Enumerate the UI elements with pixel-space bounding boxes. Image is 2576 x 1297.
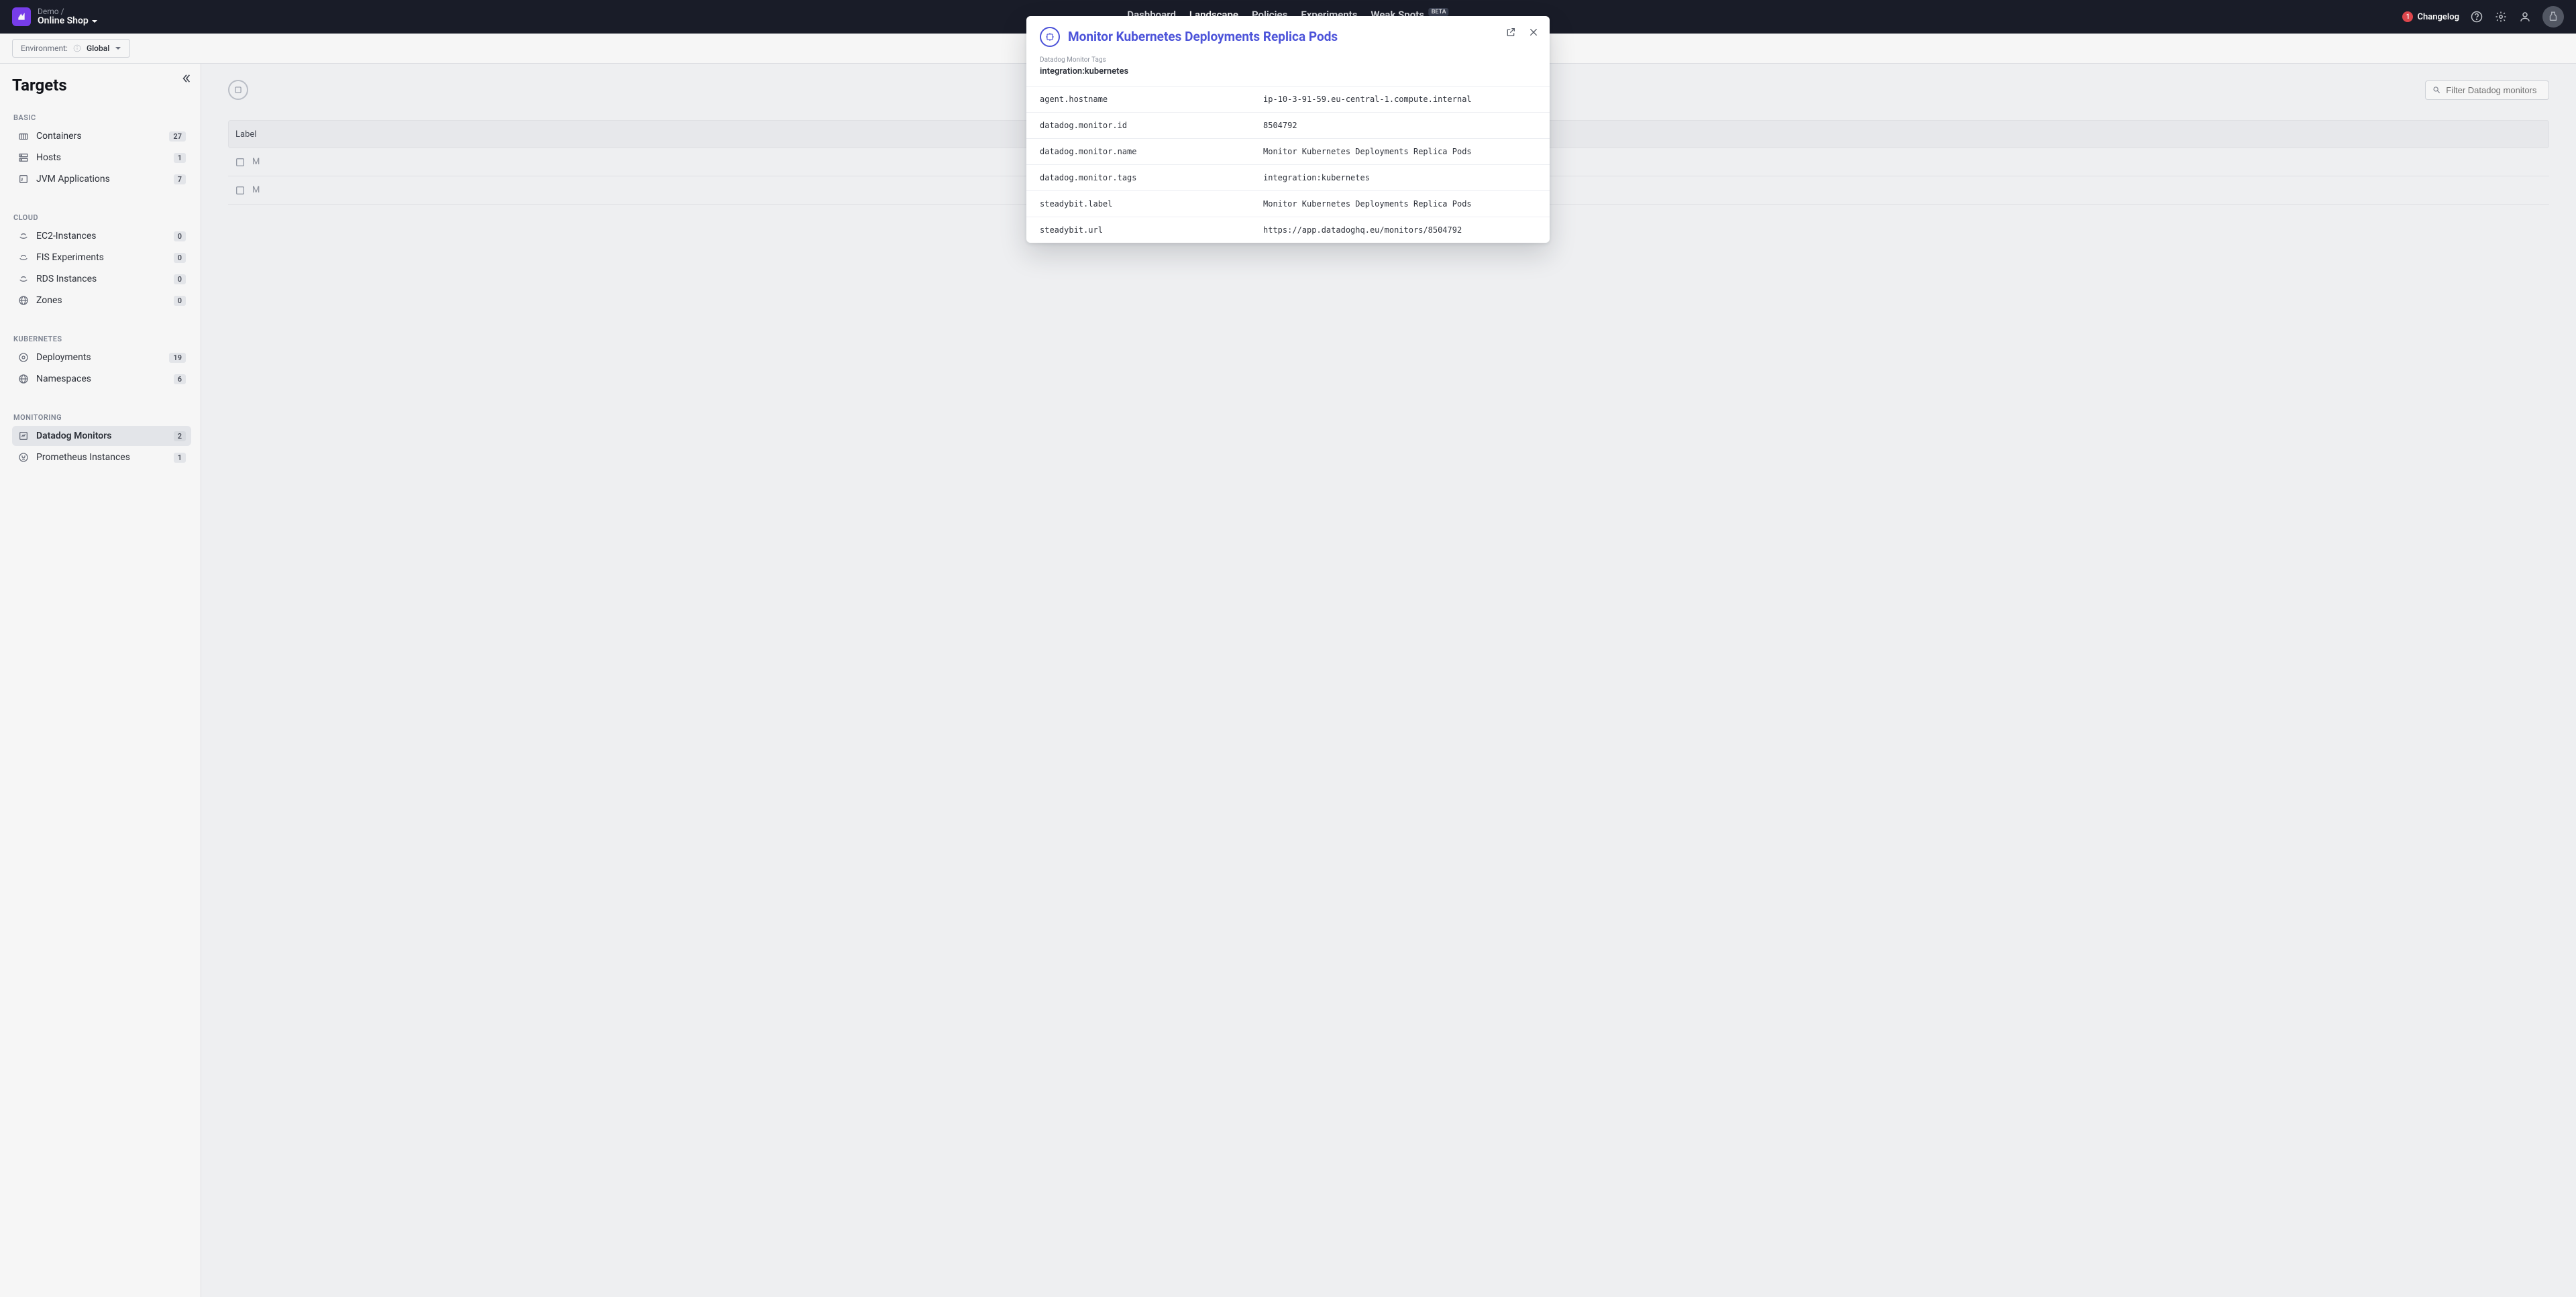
attr-value: Monitor Kubernetes Deployments Replica P… xyxy=(1263,147,1536,156)
attr-row: agent.hostnameip-10-3-91-59.eu-central-1… xyxy=(1026,87,1550,113)
tags-label: Datadog Monitor Tags xyxy=(1040,56,1536,64)
attr-key: datadog.monitor.id xyxy=(1040,121,1263,130)
attr-row: datadog.monitor.id8504792 xyxy=(1026,113,1550,139)
monitor-detail-modal: Monitor Kubernetes Deployments Replica P… xyxy=(1026,16,1550,243)
attr-row: datadog.monitor.tagsintegration:kubernet… xyxy=(1026,165,1550,191)
open-external-button[interactable] xyxy=(1505,27,1516,40)
close-button[interactable] xyxy=(1528,27,1539,40)
target-icon xyxy=(1040,27,1060,47)
attr-row: datadog.monitor.nameMonitor Kubernetes D… xyxy=(1026,139,1550,165)
attr-value: integration:kubernetes xyxy=(1263,173,1536,182)
attr-row: steadybit.urlhttps://app.datadoghq.eu/mo… xyxy=(1026,217,1550,243)
attr-key: agent.hostname xyxy=(1040,95,1263,104)
attr-key: datadog.monitor.tags xyxy=(1040,173,1263,182)
attr-key: datadog.monitor.name xyxy=(1040,147,1263,156)
modal-title: Monitor Kubernetes Deployments Replica P… xyxy=(1068,27,1338,47)
attr-value: https://app.datadoghq.eu/monitors/850479… xyxy=(1263,225,1536,235)
modal-attribute-table: agent.hostnameip-10-3-91-59.eu-central-1… xyxy=(1026,86,1550,243)
attr-key: steadybit.label xyxy=(1040,199,1263,209)
attr-key: steadybit.url xyxy=(1040,225,1263,235)
attr-value: 8504792 xyxy=(1263,121,1536,130)
attr-row: steadybit.labelMonitor Kubernetes Deploy… xyxy=(1026,191,1550,217)
attr-value: Monitor Kubernetes Deployments Replica P… xyxy=(1263,199,1536,209)
tags-value: integration:kubernetes xyxy=(1040,66,1128,76)
attr-value: ip-10-3-91-59.eu-central-1.compute.inter… xyxy=(1263,95,1536,104)
